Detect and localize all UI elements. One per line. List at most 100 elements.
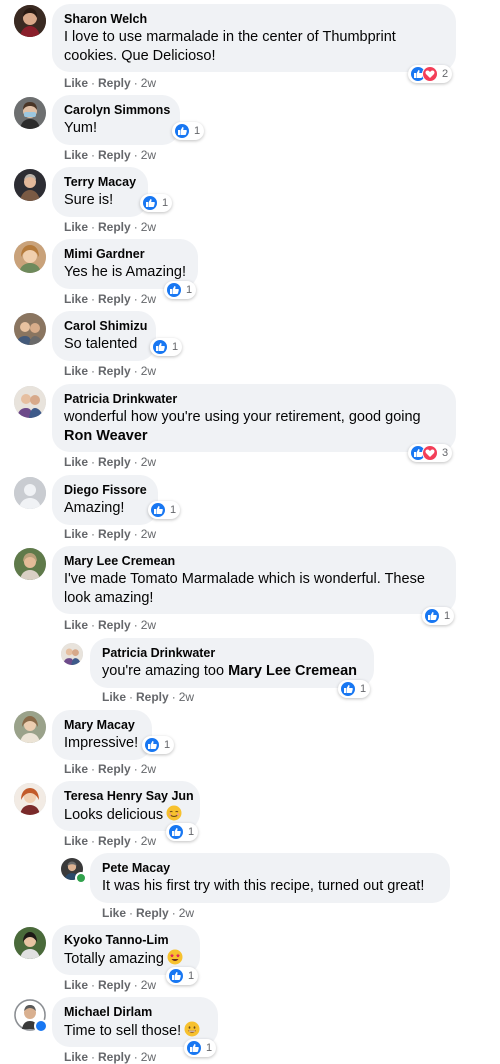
reaction-summary[interactable]: 1 <box>422 607 455 625</box>
reaction-summary[interactable]: 1 <box>142 736 175 754</box>
timestamp[interactable]: 2w <box>141 148 156 162</box>
avatar[interactable] <box>14 548 46 580</box>
reaction-summary[interactable]: 1 <box>338 680 371 698</box>
avatar[interactable] <box>14 927 46 959</box>
reaction-summary[interactable]: 1 <box>150 338 183 356</box>
timestamp[interactable]: 2w <box>141 978 156 992</box>
reply-button[interactable]: Reply <box>98 364 131 378</box>
commenter-name[interactable]: Sharon Welch <box>64 11 444 27</box>
commenter-name[interactable]: Carol Shimizu <box>64 318 147 334</box>
reply-button[interactable]: Reply <box>98 292 131 306</box>
like-button[interactable]: Like <box>102 690 126 704</box>
like-icon <box>150 502 166 518</box>
reaction-summary[interactable]: 2 <box>408 65 453 83</box>
avatar[interactable] <box>14 97 46 129</box>
avatar[interactable] <box>14 169 46 201</box>
reply-button[interactable]: Reply <box>98 1050 131 1064</box>
reply-button[interactable]: Reply <box>98 618 131 632</box>
commenter-name[interactable]: Terry Macay <box>64 174 136 190</box>
timestamp[interactable]: 2w <box>179 690 194 704</box>
timestamp[interactable]: 2w <box>179 906 194 920</box>
commenter-name[interactable]: Michael Dirlam <box>64 1004 206 1020</box>
avatar[interactable] <box>14 711 46 743</box>
commenter-name[interactable]: Pete Macay <box>102 860 438 876</box>
reply-button[interactable]: Reply <box>98 527 131 541</box>
comment-body: Time to sell those! <box>64 1023 182 1039</box>
like-button[interactable]: Like <box>64 220 88 234</box>
reply-button[interactable]: Reply <box>98 148 131 162</box>
comment-actions: Like · Reply · 2w <box>64 220 156 234</box>
reply-button[interactable]: Reply <box>98 834 131 848</box>
reaction-summary[interactable]: 3 <box>408 444 453 462</box>
like-button[interactable]: Like <box>64 292 88 306</box>
reply-button[interactable]: Reply <box>98 978 131 992</box>
avatar[interactable] <box>14 5 46 37</box>
separator-dot: · <box>91 1050 96 1064</box>
avatar[interactable] <box>14 386 46 418</box>
reaction-summary[interactable]: 1 <box>164 281 197 299</box>
timestamp[interactable]: 2w <box>141 220 156 234</box>
avatar[interactable] <box>14 477 46 509</box>
like-button[interactable]: Like <box>64 76 88 90</box>
comment-bubble: Terry Macay Sure is! <box>52 167 148 217</box>
commenter-name[interactable]: Teresa Henry Say Jun <box>64 788 194 804</box>
commenter-name[interactable]: Diego Fissore <box>64 482 147 498</box>
reaction-summary[interactable]: 1 <box>172 122 205 140</box>
separator-dot: · <box>129 906 134 920</box>
like-button[interactable]: Like <box>64 762 88 776</box>
timestamp[interactable]: 2w <box>141 364 156 378</box>
comment-text: Impressive! <box>64 735 139 751</box>
like-button[interactable]: Like <box>64 978 88 992</box>
reply-button[interactable]: Reply <box>98 76 131 90</box>
like-button[interactable]: Like <box>64 455 88 469</box>
avatar[interactable] <box>14 999 48 1033</box>
avatar[interactable] <box>14 313 46 345</box>
reply-button[interactable]: Reply <box>98 762 131 776</box>
separator-dot: · <box>133 455 138 469</box>
like-button[interactable]: Like <box>64 1050 88 1064</box>
timestamp[interactable]: 2w <box>141 1050 156 1064</box>
like-button[interactable]: Like <box>102 906 126 920</box>
comment-bubble: Pete Macay It was his first try with thi… <box>90 853 450 903</box>
separator-dot: · <box>129 690 134 704</box>
commenter-name[interactable]: Patricia Drinkwater <box>64 391 444 407</box>
reaction-summary[interactable]: 1 <box>140 194 173 212</box>
avatar[interactable] <box>61 643 83 665</box>
commenter-name[interactable]: Patricia Drinkwater <box>102 645 362 661</box>
timestamp[interactable]: 2w <box>141 455 156 469</box>
mention-link[interactable]: Ron Weaver <box>64 428 148 444</box>
comment-bubble: Patricia Drinkwater you're amazing too M… <box>90 638 374 688</box>
comment-body: you're amazing too <box>102 663 225 679</box>
comment-body: Looks delicious <box>64 807 164 823</box>
reply-button[interactable]: Reply <box>136 906 169 920</box>
timestamp[interactable]: 2w <box>141 527 156 541</box>
like-button[interactable]: Like <box>64 364 88 378</box>
reply-button[interactable]: Reply <box>136 690 169 704</box>
like-button[interactable]: Like <box>64 834 88 848</box>
timestamp[interactable]: 2w <box>141 618 156 632</box>
reaction-summary[interactable]: 1 <box>184 1039 217 1057</box>
commenter-name[interactable]: Mary Lee Cremean <box>64 553 444 569</box>
timestamp[interactable]: 2w <box>141 762 156 776</box>
timestamp[interactable]: 2w <box>141 834 156 848</box>
avatar[interactable] <box>14 783 46 815</box>
timestamp[interactable]: 2w <box>141 76 156 90</box>
timestamp[interactable]: 2w <box>141 292 156 306</box>
comment-bubble: Sharon Welch I love to use marmalade in … <box>52 4 456 72</box>
commenter-name[interactable]: Carolyn Simmons <box>64 102 170 118</box>
mention-link[interactable]: Mary Lee Cremean <box>228 663 357 679</box>
reaction-summary[interactable]: 1 <box>166 967 199 985</box>
reaction-summary[interactable]: 1 <box>148 501 181 519</box>
avatar[interactable] <box>61 858 87 884</box>
like-icon <box>174 123 190 139</box>
avatar[interactable] <box>14 241 46 273</box>
reaction-summary[interactable]: 1 <box>166 823 199 841</box>
reply-button[interactable]: Reply <box>98 455 131 469</box>
commenter-name[interactable]: Mary Macay <box>64 717 140 733</box>
commenter-name[interactable]: Kyoko Tanno-Lim <box>64 932 188 948</box>
reply-button[interactable]: Reply <box>98 220 131 234</box>
like-button[interactable]: Like <box>64 527 88 541</box>
like-button[interactable]: Like <box>64 618 88 632</box>
like-button[interactable]: Like <box>64 148 88 162</box>
commenter-name[interactable]: Mimi Gardner <box>64 246 186 262</box>
